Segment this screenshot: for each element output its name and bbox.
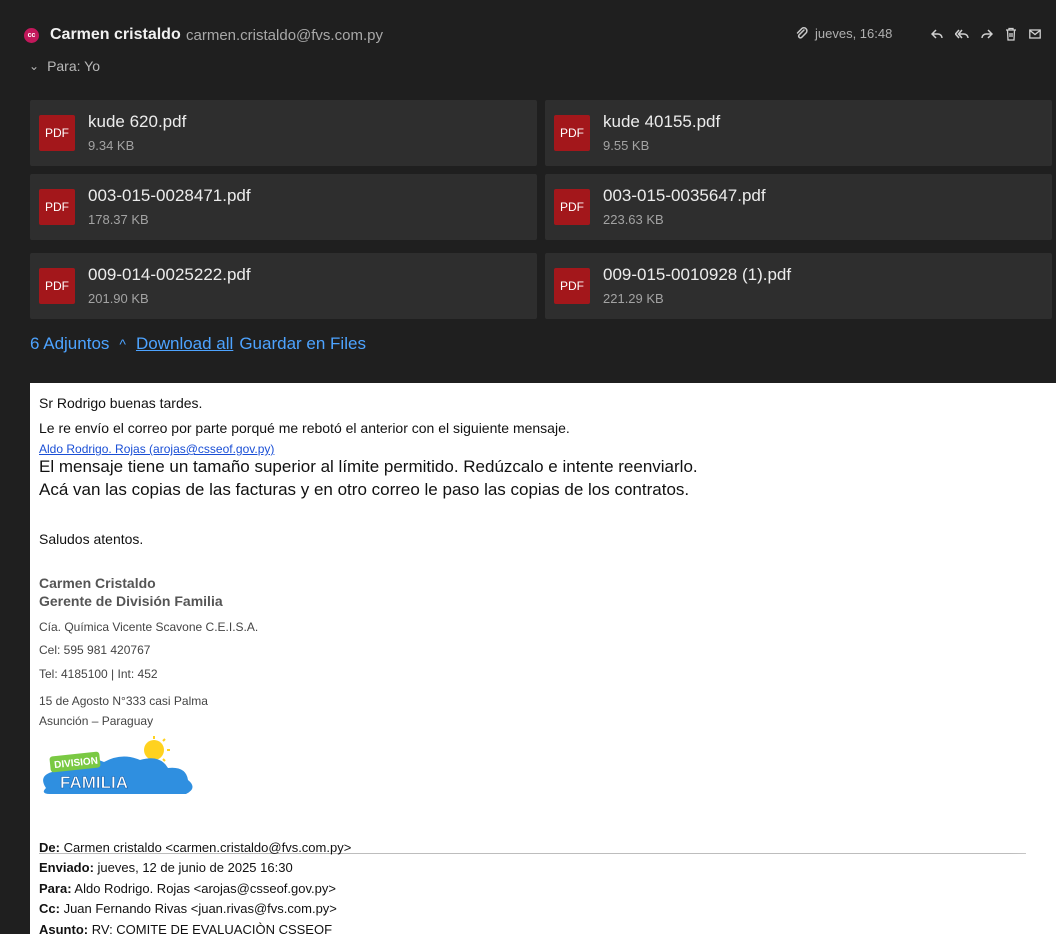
body-text: Acá van las copias de las facturas y en … xyxy=(39,480,690,499)
attachment-name: 003-015-0035647.pdf xyxy=(603,186,766,205)
attachment-name: 009-014-0025222.pdf xyxy=(88,265,251,284)
scroll-shadow xyxy=(990,840,1056,934)
attachment-name: 003-015-0028471.pdf xyxy=(88,186,251,205)
signature-name: Carmen Cristaldo xyxy=(39,575,156,591)
forward-from: De: Carmen cristaldo <carmen.cristaldo@f… xyxy=(39,840,352,855)
recipients-toggle[interactable]: ⌄ Para: Yo xyxy=(29,58,100,74)
attachments-count[interactable]: 6 Adjuntos xyxy=(30,334,109,354)
recipient-link[interactable]: Aldo Rodrigo. Rojas (arojas@csseof.gov.p… xyxy=(39,442,274,456)
signature-address: 15 de Agosto N°333 casi Palma xyxy=(39,694,208,708)
download-all-link[interactable]: Download all xyxy=(136,334,233,354)
logo-text-bottom: FAMILIA xyxy=(60,773,128,792)
attachment-card[interactable]: PDF 003-015-0028471.pdf 178.37 KB xyxy=(30,174,537,240)
pdf-icon: PDF xyxy=(554,268,590,304)
attachment-name: 009-015-0010928 (1).pdf xyxy=(603,265,792,284)
attachment-size: 201.90 KB xyxy=(88,291,149,306)
forward-subject: Asunto: RV: COMITE DE EVALUACIÒN CSSEOF xyxy=(39,922,333,934)
message-header: cc Carmen cristaldo carmen.cristaldo@fvs… xyxy=(0,0,1056,96)
forward-to: Para: Aldo Rodrigo. Rojas <arojas@csseof… xyxy=(39,881,336,896)
pdf-icon: PDF xyxy=(554,115,590,151)
attachment-size: 221.29 KB xyxy=(603,291,664,306)
greeting: Sr Rodrigo buenas tardes. xyxy=(39,395,203,411)
chevron-down-icon: ⌄ xyxy=(29,59,40,73)
save-to-files-link[interactable]: Guardar en Files xyxy=(239,334,366,354)
attachment-size: 178.37 KB xyxy=(88,212,149,227)
message-actions xyxy=(931,27,1041,41)
pdf-icon: PDF xyxy=(39,268,75,304)
signature-tel: Tel: 4185100 | Int: 452 xyxy=(39,667,158,681)
trash-icon[interactable] xyxy=(1005,27,1017,41)
signature-cel: Cel: 595 981 420767 xyxy=(39,643,151,657)
forward-sent: Enviado: jueves, 12 de junio de 2025 16:… xyxy=(39,860,293,875)
attachment-name: kude 620.pdf xyxy=(88,112,187,131)
message-date: jueves, 16:48 xyxy=(815,26,893,41)
reply-all-icon[interactable] xyxy=(955,27,969,41)
signature-city: Asunción – Paraguay xyxy=(39,714,154,728)
division-familia-logo: DIVISION FAMILIA xyxy=(43,736,193,794)
sender-email[interactable]: carmen.cristaldo@fvs.com.py xyxy=(186,27,383,44)
reply-icon[interactable] xyxy=(931,27,943,41)
attachment-card[interactable]: PDF kude 40155.pdf 9.55 KB xyxy=(545,100,1052,166)
pdf-icon: PDF xyxy=(39,115,75,151)
closing: Saludos atentos. xyxy=(39,531,144,547)
pdf-icon: PDF xyxy=(554,189,590,225)
paperclip-icon xyxy=(796,26,808,39)
attachment-size: 9.55 KB xyxy=(603,138,650,153)
attachment-card[interactable]: PDF 009-015-0010928 (1).pdf 221.29 KB xyxy=(545,253,1052,319)
forward-icon[interactable] xyxy=(981,27,993,41)
attachment-bar: 6 Adjuntos ^ Download all Guardar en Fil… xyxy=(30,334,366,354)
body-text: Le re envío el correo por parte porqué m… xyxy=(39,420,570,436)
signature-title: Gerente de División Familia xyxy=(39,593,223,609)
attachment-size: 9.34 KB xyxy=(88,138,135,153)
attachment-name: kude 40155.pdf xyxy=(603,112,721,131)
sender-avatar[interactable]: cc xyxy=(24,28,39,43)
attachment-card[interactable]: PDF 009-014-0025222.pdf 201.90 KB xyxy=(30,253,537,319)
message-meta: jueves, 16:48 xyxy=(795,26,892,41)
pdf-icon: PDF xyxy=(39,189,75,225)
forward-cc: Cc: Juan Fernando Rivas <juan.rivas@fvs.… xyxy=(39,901,337,916)
mail-icon[interactable] xyxy=(1029,27,1041,41)
message-body: Sr Rodrigo buenas tardes. Le re envío el… xyxy=(30,383,1056,934)
chevron-up-icon[interactable]: ^ xyxy=(119,336,126,352)
attachment-size: 223.63 KB xyxy=(603,212,664,227)
signature-company: Cía. Química Vicente Scavone C.E.I.S.A. xyxy=(39,620,259,634)
attachment-card[interactable]: PDF 003-015-0035647.pdf 223.63 KB xyxy=(545,174,1052,240)
bounce-message: El mensaje tiene un tamaño superior al l… xyxy=(39,457,698,476)
sender-name[interactable]: Carmen cristaldo xyxy=(50,26,181,44)
attachment-card[interactable]: PDF kude 620.pdf 9.34 KB xyxy=(30,100,537,166)
to-label: Para: Yo xyxy=(47,58,100,74)
